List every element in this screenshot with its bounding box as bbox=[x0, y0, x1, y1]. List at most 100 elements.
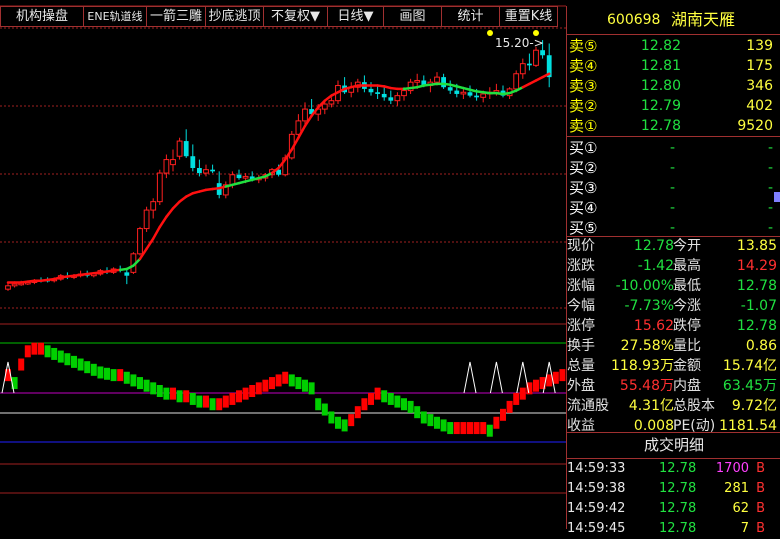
oscillator-bar bbox=[130, 374, 137, 387]
tick-time: 14:59:42 bbox=[567, 501, 626, 516]
stat-row[interactable]: 换手 27.58% 量比 0.86 bbox=[567, 336, 780, 356]
oscillator-bar bbox=[242, 387, 249, 400]
sell-row[interactable]: 卖③ 12.80 346 bbox=[567, 76, 780, 96]
sell-price: 12.78 bbox=[640, 118, 681, 134]
candle-body bbox=[302, 108, 308, 122]
buy-row[interactable]: 买③ - - bbox=[567, 178, 780, 198]
toolbar-button-ene[interactable]: ENE轨道线 bbox=[84, 6, 147, 27]
scrollbar-thumb[interactable] bbox=[774, 192, 780, 202]
candle-body bbox=[321, 103, 328, 110]
candle-body bbox=[368, 88, 374, 93]
sell-row[interactable]: 卖④ 12.81 175 bbox=[567, 56, 780, 76]
stock-terminal-window: 15.20-> 机构操盘 ENE轨道线 一箭三雕 抄底逃顶 不复权▼ 日线▼ 画… bbox=[0, 0, 780, 536]
oscillator-bar bbox=[434, 416, 440, 429]
stat-row[interactable]: 现价 12.78 今开 13.85 bbox=[567, 236, 780, 256]
toolbar-button-period[interactable]: 日线▼ bbox=[328, 6, 384, 27]
stat-row[interactable]: 涨跌 -1.42 最高 14.29 bbox=[567, 256, 780, 276]
ma-segment bbox=[171, 200, 181, 210]
oscillator-bar bbox=[506, 400, 513, 413]
trade-tick-row[interactable]: 14:59:33 12.78 1700 B bbox=[567, 459, 780, 479]
stat-row[interactable]: 流通股 4.31亿 总股本 9.72亿 bbox=[567, 396, 780, 416]
sell-row[interactable]: 卖② 12.79 402 bbox=[567, 96, 780, 116]
trade-detail-header[interactable]: 成交明细 bbox=[567, 432, 780, 458]
tick-volume: 1700 bbox=[715, 461, 749, 476]
oscillator-bar bbox=[282, 371, 289, 384]
oscillator-bar bbox=[51, 347, 58, 360]
oscillator-bar bbox=[473, 422, 480, 435]
stat-row[interactable]: 今幅 -7.73% 今涨 -1.07 bbox=[567, 296, 780, 316]
buy-row[interactable]: 买⑤ - - bbox=[567, 218, 780, 238]
stat-value-right: 14.29 bbox=[736, 258, 777, 274]
trade-tick-row[interactable]: 14:59:42 12.78 62 B bbox=[567, 499, 780, 519]
candle-body bbox=[401, 90, 407, 97]
oscillator-bar bbox=[44, 345, 51, 358]
tick-time: 14:59:33 bbox=[567, 461, 626, 476]
sell-volume: 175 bbox=[746, 58, 773, 74]
oscillator-bar bbox=[176, 390, 183, 403]
stat-value-right: 13.85 bbox=[736, 238, 777, 254]
candle-body bbox=[328, 100, 335, 105]
sell-row[interactable]: 卖⑤ 12.82 139 bbox=[567, 36, 780, 56]
oscillator-bar bbox=[381, 390, 388, 403]
stat-row[interactable]: 外盘 55.48万 内盘 63.45万 bbox=[567, 376, 780, 396]
oscillator-bar bbox=[407, 400, 414, 413]
oscillator-bar bbox=[500, 408, 506, 421]
oscillator-bar bbox=[275, 374, 282, 387]
oscillator-bar bbox=[453, 422, 460, 435]
sell-level-label: 卖① bbox=[569, 117, 598, 135]
toolbar-button-stats[interactable]: 统计 bbox=[442, 6, 500, 27]
stat-row[interactable]: 总量 118.93万 金额 15.74亿 bbox=[567, 356, 780, 376]
oscillator-bar bbox=[368, 392, 374, 405]
toolbar-button-jigou[interactable]: 机构操盘 bbox=[0, 6, 84, 27]
candle-body bbox=[236, 174, 242, 179]
buy-row[interactable]: 买① - - bbox=[567, 138, 780, 158]
oscillator-bar bbox=[97, 366, 104, 379]
oscillator-bar bbox=[110, 369, 117, 382]
kline-chart[interactable]: 15.20-> bbox=[0, 0, 566, 529]
stat-value-right: 12.78 bbox=[736, 278, 777, 294]
stat-label-right: 今开 bbox=[673, 238, 701, 254]
tick-volume: 62 bbox=[732, 501, 749, 516]
sell-level-label: 卖⑤ bbox=[569, 37, 598, 55]
ma-segment bbox=[151, 225, 162, 240]
buy-volume: - bbox=[767, 180, 773, 196]
buy-row[interactable]: 买④ - - bbox=[567, 198, 780, 218]
candle-body bbox=[170, 159, 176, 166]
tick-direction: B bbox=[756, 461, 765, 476]
toolbar-button-draw[interactable]: 画图 bbox=[384, 6, 442, 27]
stat-value-left: -7.73% bbox=[624, 298, 674, 314]
toolbar-button-fuquan[interactable]: 不复权▼ bbox=[264, 6, 328, 27]
toolbar-button-reset[interactable]: 重置K线 bbox=[500, 6, 558, 27]
stat-row[interactable]: 涨停 15.62 跌停 12.78 bbox=[567, 316, 780, 336]
buy-level-label: 买③ bbox=[569, 179, 598, 197]
sell-volume: 139 bbox=[746, 38, 773, 54]
oscillator-bar bbox=[559, 369, 566, 382]
buy-row[interactable]: 买② - - bbox=[567, 158, 780, 178]
candle-body bbox=[137, 228, 143, 255]
oscillator-bar bbox=[394, 395, 401, 408]
stat-value-right: 0.86 bbox=[745, 338, 777, 354]
candle-body bbox=[540, 50, 545, 56]
candle-body bbox=[513, 73, 520, 90]
candle-body bbox=[375, 92, 380, 94]
oscillator-bar bbox=[460, 422, 467, 435]
signal-peak-marker bbox=[489, 361, 503, 394]
oscillator-bar bbox=[335, 416, 341, 429]
trade-tick-row[interactable]: 14:59:38 12.78 281 B bbox=[567, 479, 780, 499]
sell-level-label: 卖④ bbox=[569, 57, 598, 75]
stat-value-left: 4.31亿 bbox=[628, 398, 674, 414]
ma-segment bbox=[158, 215, 168, 229]
stat-value-right: 63.45万 bbox=[722, 378, 777, 394]
trade-tick-row[interactable]: 14:59:45 12.78 7 B bbox=[567, 519, 780, 539]
sell-volume: 402 bbox=[746, 98, 773, 114]
sell-row[interactable]: 卖① 12.78 9520 bbox=[567, 116, 780, 136]
stat-label-right: 跌停 bbox=[673, 318, 701, 334]
stat-value-left: 12.78 bbox=[633, 238, 674, 254]
oscillator-bar bbox=[90, 363, 97, 376]
toolbar-button-chaodi[interactable]: 抄底逃顶 bbox=[206, 6, 264, 27]
oscillator-bar bbox=[229, 392, 236, 405]
stat-row[interactable]: 涨幅 -10.00% 最低 12.78 bbox=[567, 276, 780, 296]
toolbar-button-yijian[interactable]: 一箭三雕 bbox=[147, 6, 206, 27]
oscillator-bar bbox=[38, 342, 44, 355]
oscillator-bar bbox=[552, 371, 559, 384]
